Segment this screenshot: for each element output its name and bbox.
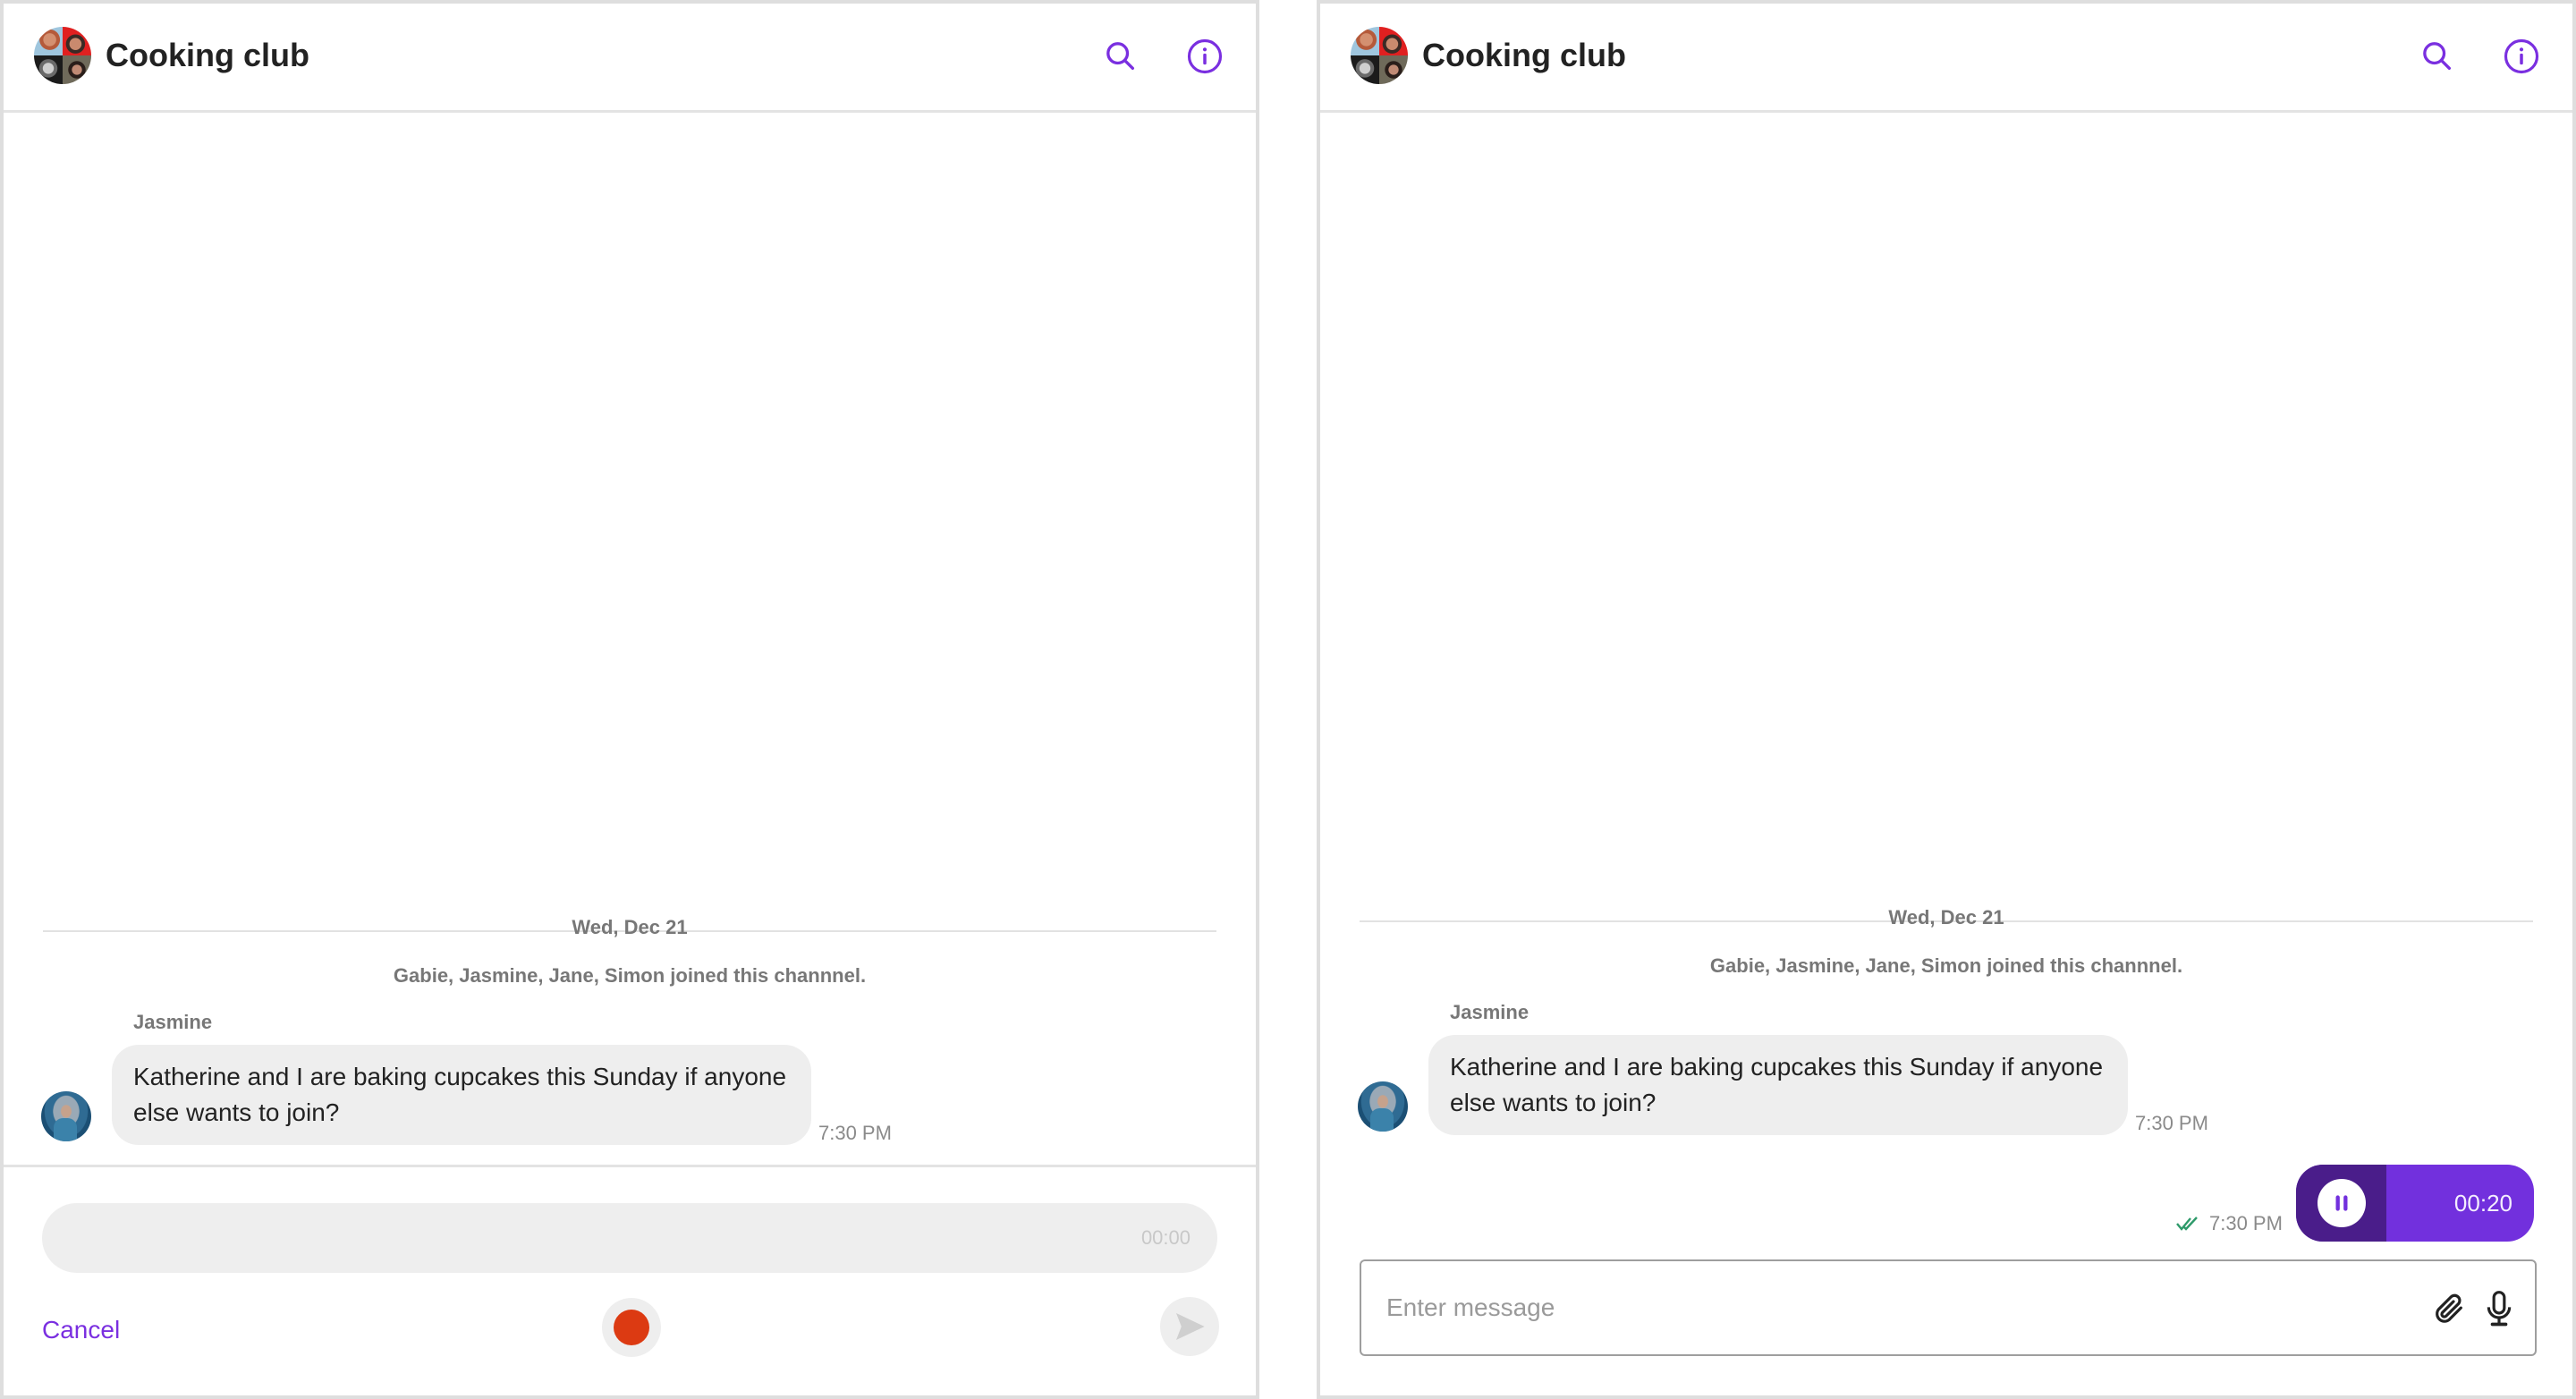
double-check-icon [2176,1217,2198,1231]
chat-panel-sent: Cooking club Wed, Dec 21 Gabie, Jasmine,… [1317,0,2576,1399]
info-button[interactable] [1186,38,1224,75]
group-avatar [1351,27,1408,84]
member-photo [63,27,91,55]
footer-divider [4,1165,1256,1167]
member-photo [1379,55,1408,84]
search-icon [1106,42,1134,71]
system-message: Gabie, Jasmine, Jane, Simon joined this … [1709,954,2183,977]
date-divider-label: Wed, Dec 21 [1888,906,2004,928]
recording-elapsed-time: 00:00 [1140,1226,1191,1249]
recording-progress-bar: 00:00 [42,1203,1217,1273]
info-button[interactable] [2503,38,2540,75]
member-photo [1351,55,1379,84]
chat-panel-recording: Cooking club Wed, Dec 21 Gabie, Jasmine,… [0,0,1259,1399]
message-bubble: Katherine and I are baking cupcakes this… [112,1045,811,1145]
search-icon [2423,42,2451,71]
message-time: 7:30 PM [818,1122,892,1144]
message-composer [1360,1259,2537,1356]
search-button[interactable] [1102,38,1140,75]
message-bubble: Katherine and I are baking cupcakes this… [1428,1035,2128,1135]
chat-header: Cooking club [1320,4,2572,113]
search-button[interactable] [2419,38,2456,75]
pause-button[interactable] [2318,1179,2366,1227]
group-avatar [34,27,91,84]
member-photo [1379,27,1408,55]
sender-avatar [41,1091,91,1141]
attach-button[interactable] [2428,1286,2470,1331]
member-photo [63,55,91,84]
info-icon [2504,38,2539,74]
pause-icon [2335,1195,2348,1211]
sender-name: Jasmine [133,1011,213,1033]
message-time: 7:30 PM [2135,1112,2208,1134]
sender-avatar [1358,1081,1408,1132]
voice-duration: 00:20 [2453,1190,2512,1217]
voice-message-time: 7:30 PM [2209,1212,2283,1234]
record-icon [614,1310,649,1345]
sender-name: Jasmine [1450,1001,1530,1023]
channel-title: Cooking club [106,37,309,73]
record-button[interactable] [602,1298,661,1357]
system-message: Gabie, Jasmine, Jane, Simon joined this … [393,964,867,987]
chat-header: Cooking club [4,4,1256,113]
member-photo [34,27,63,55]
send-recording-button[interactable] [1160,1297,1219,1356]
member-photo [34,55,63,84]
date-divider-label: Wed, Dec 21 [572,916,688,938]
member-photo [1351,27,1379,55]
paperclip-icon [2436,1293,2462,1323]
microphone-button[interactable] [2478,1286,2521,1331]
channel-title: Cooking club [1422,37,1626,73]
voice-message-meta: 7:30 PM [2175,1212,2283,1235]
microphone-icon [2487,1291,2512,1327]
send-icon [1176,1313,1205,1340]
cancel-recording-button[interactable]: Cancel [42,1315,120,1345]
info-icon [1187,38,1223,74]
voice-message-bubble: 00:20 [2296,1165,2534,1242]
message-input[interactable] [1386,1288,2370,1327]
